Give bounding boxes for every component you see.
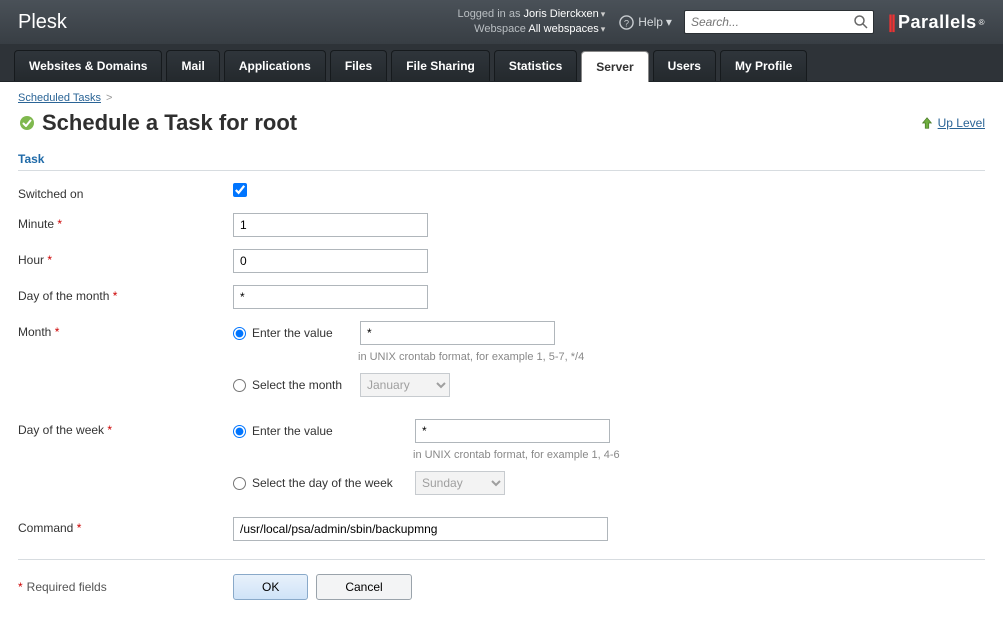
parallels-icon: ||: [888, 12, 894, 33]
dow-enter-radio[interactable]: [233, 425, 246, 438]
help-icon: ?: [619, 15, 634, 30]
up-level-link[interactable]: Up Level: [920, 116, 985, 130]
month-select[interactable]: January: [360, 373, 450, 397]
tab-statistics[interactable]: Statistics: [494, 50, 577, 81]
partner-brand-text: Parallels: [898, 12, 977, 33]
dow-label: Day of the week: [18, 423, 104, 437]
switched-on-label: Switched on: [18, 183, 233, 201]
help-label: Help: [638, 15, 663, 29]
dow-select-radio[interactable]: [233, 477, 246, 490]
dom-input[interactable]: [233, 285, 428, 309]
hour-input[interactable]: [233, 249, 428, 273]
success-icon: [18, 114, 36, 132]
chevron-down-icon: ▾: [601, 9, 606, 19]
up-arrow-icon: [920, 116, 934, 130]
tab-applications[interactable]: Applications: [224, 50, 326, 81]
command-input[interactable]: [233, 517, 608, 541]
dow-enter-label: Enter the value: [252, 424, 415, 438]
webspace-label: Webspace: [474, 23, 526, 35]
breadcrumb: Scheduled Tasks >: [18, 92, 985, 104]
dow-enter-input[interactable]: [415, 419, 610, 443]
ok-button[interactable]: OK: [233, 574, 308, 600]
required-marker: *: [47, 253, 52, 267]
search-icon[interactable]: [853, 14, 869, 30]
topbar: Plesk Logged in as Joris Dierckxen▾ Webs…: [0, 0, 1003, 44]
divider: [18, 559, 985, 560]
month-enter-label: Enter the value: [252, 326, 360, 340]
logged-in-user: Joris Dierckxen: [524, 8, 599, 20]
switched-on-checkbox[interactable]: [233, 183, 247, 197]
search-wrap: [684, 10, 874, 34]
help-menu[interactable]: ? Help ▾: [619, 15, 672, 30]
tab-users[interactable]: Users: [653, 50, 716, 81]
logged-in-label: Logged in as: [457, 8, 520, 20]
dow-hint: in UNIX crontab format, for example 1, 4…: [413, 449, 985, 461]
required-note: *Required fields: [18, 580, 233, 594]
section-title-task: Task: [18, 152, 985, 171]
brand-logo: Plesk: [18, 11, 67, 34]
tab-files[interactable]: Files: [330, 50, 387, 81]
webspace-value: All webspaces: [528, 23, 598, 35]
month-select-label: Select the month: [252, 378, 360, 392]
required-marker: *: [77, 521, 82, 535]
required-marker: *: [107, 423, 112, 437]
tab-my-profile[interactable]: My Profile: [720, 50, 807, 81]
dow-select[interactable]: Sunday: [415, 471, 505, 495]
tab-file-sharing[interactable]: File Sharing: [391, 50, 490, 81]
tab-mail[interactable]: Mail: [166, 50, 219, 81]
search-input[interactable]: [684, 10, 874, 34]
tab-websites-domains[interactable]: Websites & Domains: [14, 50, 162, 81]
dom-label: Day of the month: [18, 289, 109, 303]
month-hint: in UNIX crontab format, for example 1, 5…: [358, 351, 985, 363]
month-select-radio[interactable]: [233, 379, 246, 392]
required-marker: *: [113, 289, 118, 303]
month-enter-radio[interactable]: [233, 327, 246, 340]
breadcrumb-sep: >: [106, 92, 112, 104]
svg-text:?: ?: [624, 18, 629, 28]
required-marker: *: [57, 217, 62, 231]
main-nav: Websites & Domains Mail Applications Fil…: [0, 44, 1003, 82]
page-title: Schedule a Task for root: [42, 110, 297, 136]
content: Scheduled Tasks > Schedule a Task for ro…: [0, 82, 1003, 630]
month-enter-input[interactable]: [360, 321, 555, 345]
breadcrumb-parent[interactable]: Scheduled Tasks: [18, 92, 101, 104]
account-block[interactable]: Logged in as Joris Dierckxen▾ Webspace A…: [457, 7, 605, 37]
minute-label: Minute: [18, 217, 54, 231]
tab-server[interactable]: Server: [581, 51, 648, 82]
minute-input[interactable]: [233, 213, 428, 237]
month-label: Month: [18, 325, 51, 339]
dow-select-label: Select the day of the week: [252, 476, 415, 490]
cancel-button[interactable]: Cancel: [316, 574, 411, 600]
up-level-label: Up Level: [938, 116, 985, 130]
chevron-down-icon: ▾: [601, 24, 606, 34]
partner-brand: || Parallels®: [888, 12, 985, 33]
chevron-down-icon: ▾: [666, 15, 672, 29]
required-marker: *: [55, 325, 60, 339]
command-label: Command: [18, 521, 73, 535]
hour-label: Hour: [18, 253, 44, 267]
